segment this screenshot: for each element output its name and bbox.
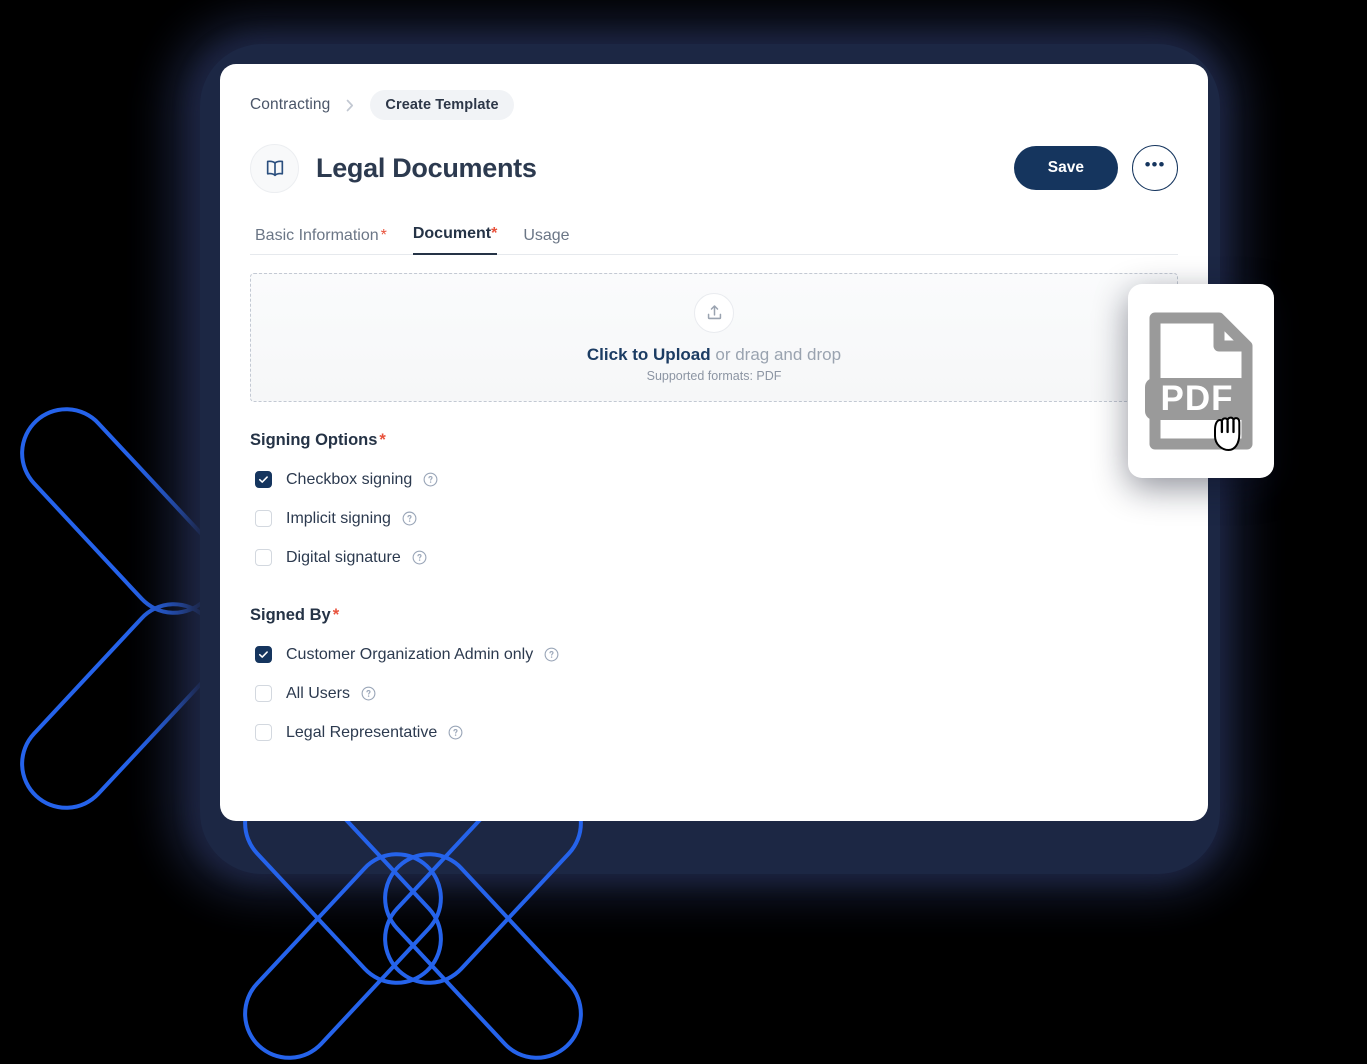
option-label: Customer Organization Admin only [286, 645, 534, 663]
signing-options-title: Signing Options * [250, 431, 1178, 450]
checkbox-checkbox-signing[interactable] [255, 471, 272, 488]
required-asterisk: * [332, 606, 340, 624]
dropzone-hint: or drag and drop [715, 344, 842, 364]
chevron-right-icon [346, 99, 354, 112]
tab-document[interactable]: Document* [412, 225, 498, 255]
signing-options-list: Checkbox signing Implicit signing Digita… [250, 460, 1178, 577]
grabbing-hand-cursor [1214, 416, 1241, 451]
signed-by-title: Signed By * [250, 606, 1178, 625]
option-implicit-signing[interactable]: Implicit signing [250, 499, 1178, 538]
help-icon[interactable] [412, 550, 427, 565]
option-checkbox-signing[interactable]: Checkbox signing [250, 460, 1178, 499]
checkbox-customer-org-admin-only[interactable] [255, 646, 272, 663]
option-all-users[interactable]: All Users [250, 674, 1178, 713]
signing-options-title-label: Signing Options [250, 431, 378, 449]
required-asterisk: * [380, 227, 387, 244]
option-label: Implicit signing [286, 509, 391, 527]
checkbox-digital-signature[interactable] [255, 549, 272, 566]
help-icon[interactable] [544, 647, 559, 662]
dragged-pdf-file-card[interactable]: PDF [1128, 284, 1274, 478]
save-button[interactable]: Save [1013, 146, 1118, 190]
option-label: Checkbox signing [286, 470, 413, 488]
breadcrumb-current[interactable]: Create Template [370, 90, 514, 120]
tab-basic-information-label: Basic Information [255, 227, 379, 244]
option-label: Legal Representative [286, 723, 438, 741]
breadcrumb-root-link[interactable]: Contracting [250, 96, 330, 114]
required-asterisk: * [491, 225, 498, 242]
header-actions: Save ••• [1013, 145, 1178, 191]
help-icon[interactable] [402, 511, 417, 526]
app-card: Contracting Create Template Legal Docume… [220, 64, 1208, 821]
screen: Contracting Create Template Legal Docume… [0, 0, 1367, 1064]
checkbox-implicit-signing[interactable] [255, 510, 272, 527]
app-card-content: Contracting Create Template Legal Docume… [220, 64, 1208, 821]
signed-by-title-label: Signed By [250, 606, 331, 624]
ellipsis-icon: ••• [1144, 154, 1166, 174]
book-icon [250, 143, 299, 193]
dropzone-formats: Supported formats: PDF [646, 368, 782, 383]
file-upload-dropzone[interactable]: Click to Upload or drag and drop Support… [250, 273, 1178, 402]
help-icon[interactable] [448, 725, 463, 740]
dropzone-cta[interactable]: Click to Upload [587, 345, 711, 364]
checkbox-legal-representative[interactable] [255, 724, 272, 741]
breadcrumb: Contracting Create Template [250, 90, 1178, 120]
dropzone-primary-text: Click to Upload or drag and drop [587, 345, 841, 365]
more-options-button[interactable]: ••• [1132, 145, 1178, 191]
option-label: All Users [286, 684, 351, 702]
help-icon[interactable] [423, 472, 438, 487]
tab-bar: Basic Information * Document* Usage [250, 217, 1178, 255]
tab-usage[interactable]: Usage [523, 227, 569, 255]
tab-basic-information[interactable]: Basic Information * [255, 227, 387, 255]
required-asterisk: * [379, 431, 386, 449]
option-digital-signature[interactable]: Digital signature [250, 538, 1178, 577]
checkbox-all-users[interactable] [255, 685, 272, 702]
option-label: Digital signature [286, 548, 401, 566]
option-legal-representative[interactable]: Legal Representative [250, 713, 1178, 752]
page-title: Legal Documents [316, 152, 537, 183]
option-customer-org-admin-only[interactable]: Customer Organization Admin only [250, 635, 1178, 674]
tab-usage-label: Usage [523, 227, 570, 244]
upload-icon [694, 292, 734, 333]
signed-by-list: Customer Organization Admin only All Use… [250, 635, 1178, 752]
help-icon[interactable] [361, 686, 376, 701]
tab-document-label: Document [412, 225, 492, 242]
page-header: Legal Documents Save ••• [250, 143, 1178, 193]
